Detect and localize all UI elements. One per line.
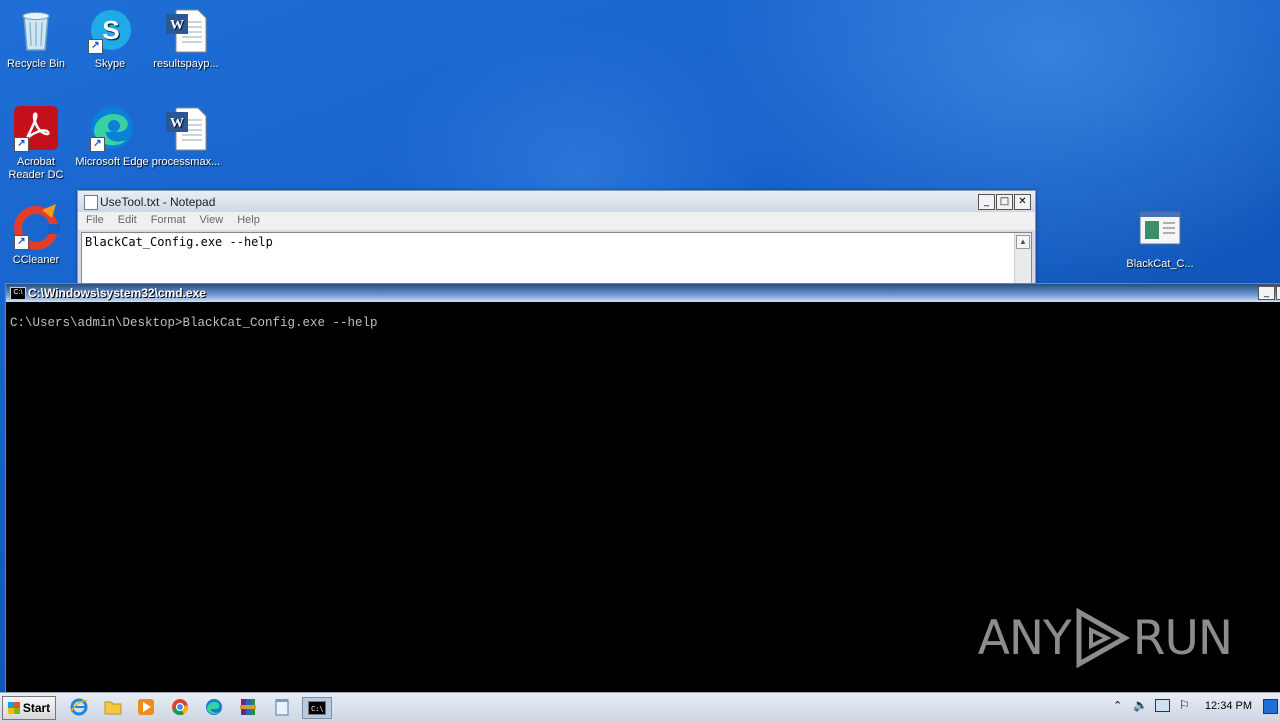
- action-center-flag-icon[interactable]: ⚐: [1179, 698, 1190, 712]
- play-logo-icon: [1076, 608, 1130, 668]
- taskbar: Start C:\ ⌃ 🔈 ⚐ 12:34 PM: [0, 692, 1280, 721]
- taskbar-clock[interactable]: 12:34 PM: [1205, 700, 1252, 712]
- desktop-icon-label: Microsoft Edge: [75, 156, 149, 168]
- menu-view[interactable]: View: [192, 212, 230, 226]
- desktop-icon-acrobat[interactable]: ↗ Acrobat Reader DC: [0, 104, 74, 182]
- shortcut-arrow-icon: ↗: [14, 235, 29, 250]
- desktop-icon-label: Recycle Bin: [6, 58, 66, 70]
- system-tray: ⌃ 🔈 ⚐ 12:34 PM: [1105, 693, 1280, 721]
- acrobat-icon: ↗: [12, 104, 60, 152]
- desktop-icon-label: Acrobat Reader DC: [8, 156, 64, 181]
- ie-taskbar-icon[interactable]: [67, 697, 91, 717]
- notepad-title-bar[interactable]: UseTool.txt - Notepad _ □ ✕: [78, 191, 1035, 212]
- shortcut-arrow-icon: ↗: [88, 39, 103, 54]
- anyrun-watermark: ANY RUN: [977, 608, 1233, 668]
- word-document-icon: W: [162, 6, 210, 54]
- cmd-output[interactable]: C:\Users\admin\Desktop>BlackCat_Config.e…: [6, 302, 1280, 344]
- watermark-right: RUN: [1132, 610, 1233, 666]
- desktop-icon-skype[interactable]: S ↗ Skype: [72, 6, 148, 71]
- start-button[interactable]: Start: [2, 696, 56, 720]
- winrar-taskbar-icon[interactable]: [236, 697, 260, 717]
- cmd-taskbar-icon[interactable]: C:\: [302, 697, 332, 719]
- svg-text:W: W: [170, 18, 184, 33]
- svg-text:S: S: [102, 15, 119, 45]
- notepad-text-area[interactable]: BlackCat_Config.exe --help ▲: [81, 232, 1032, 286]
- executable-icon: [1136, 206, 1184, 254]
- start-label: Start: [22, 701, 51, 715]
- menu-edit[interactable]: Edit: [110, 212, 143, 226]
- desktop-icon-processmax[interactable]: W processmax...: [148, 104, 224, 169]
- minimize-icon[interactable]: _: [1258, 286, 1275, 300]
- menu-help[interactable]: Help: [229, 212, 266, 226]
- cmd-title: C:\Windows\system32\cmd.exe: [28, 286, 206, 300]
- show-desktop-icon[interactable]: [1263, 699, 1278, 714]
- notepad-title: UseTool.txt - Notepad: [100, 195, 216, 209]
- media-player-taskbar-icon[interactable]: [134, 697, 158, 717]
- window-controls: _ □ ✕: [978, 194, 1031, 210]
- desktop-icon-recycle-bin[interactable]: Recycle Bin: [0, 6, 74, 71]
- desktop-icon-label: processmax...: [151, 156, 221, 168]
- network-icon[interactable]: [1155, 699, 1170, 712]
- notepad-taskbar-icon[interactable]: [270, 697, 294, 717]
- skype-icon: S ↗: [86, 6, 134, 54]
- volume-icon[interactable]: 🔈: [1133, 698, 1148, 712]
- shortcut-arrow-icon: ↗: [90, 137, 105, 152]
- svg-text:C:\: C:\: [311, 705, 324, 713]
- window-controls: _ □: [1258, 286, 1280, 300]
- desktop-icon-edge[interactable]: ↗ Microsoft Edge: [74, 104, 150, 169]
- desktop-icon-label: Skype: [94, 58, 126, 70]
- desktop-icon-ccleaner[interactable]: ↗ CCleaner: [0, 202, 74, 267]
- close-icon[interactable]: ✕: [1014, 194, 1031, 210]
- scroll-up-icon[interactable]: ▲: [1016, 235, 1030, 249]
- notepad-menu-bar: File Edit Format View Help: [78, 212, 1035, 230]
- edge-icon: ↗: [88, 104, 136, 152]
- shortcut-arrow-icon: ↗: [14, 137, 29, 152]
- desktop-icon-label: resultspayp...: [153, 58, 219, 70]
- explorer-taskbar-icon[interactable]: [101, 697, 125, 717]
- recycle-bin-icon: [12, 6, 60, 54]
- notepad-window[interactable]: UseTool.txt - Notepad _ □ ✕ File Edit Form…: [77, 190, 1036, 287]
- notepad-icon: [84, 195, 98, 210]
- svg-text:W: W: [170, 116, 184, 131]
- desktop-icon-resultspayp[interactable]: W resultspayp...: [148, 6, 224, 71]
- ccleaner-icon: ↗: [12, 202, 60, 250]
- cmd-icon: C:\: [10, 287, 26, 300]
- word-document-icon: W: [162, 104, 210, 152]
- minimize-icon[interactable]: _: [978, 194, 995, 210]
- chrome-taskbar-icon[interactable]: [168, 697, 192, 717]
- menu-format[interactable]: Format: [143, 212, 192, 226]
- desktop-icon-blackcat[interactable]: BlackCat_C...: [1122, 206, 1198, 271]
- watermark-left: ANY: [977, 610, 1072, 666]
- maximize-icon[interactable]: □: [1276, 286, 1280, 300]
- windows-logo-icon: [7, 702, 20, 714]
- cmd-title-bar[interactable]: C:\ C:\Windows\system32\cmd.exe _ □: [6, 284, 1280, 302]
- desktop-icon-label: BlackCat_C...: [1126, 258, 1194, 270]
- show-hidden-icons-icon[interactable]: ⌃: [1113, 699, 1122, 712]
- menu-file[interactable]: File: [78, 212, 110, 226]
- notepad-content: BlackCat_Config.exe --help: [85, 235, 273, 249]
- notepad-scrollbar[interactable]: ▲: [1014, 233, 1031, 285]
- edge-taskbar-icon[interactable]: [202, 697, 226, 717]
- maximize-icon[interactable]: □: [996, 194, 1013, 210]
- desktop-icon-label: CCleaner: [12, 254, 60, 266]
